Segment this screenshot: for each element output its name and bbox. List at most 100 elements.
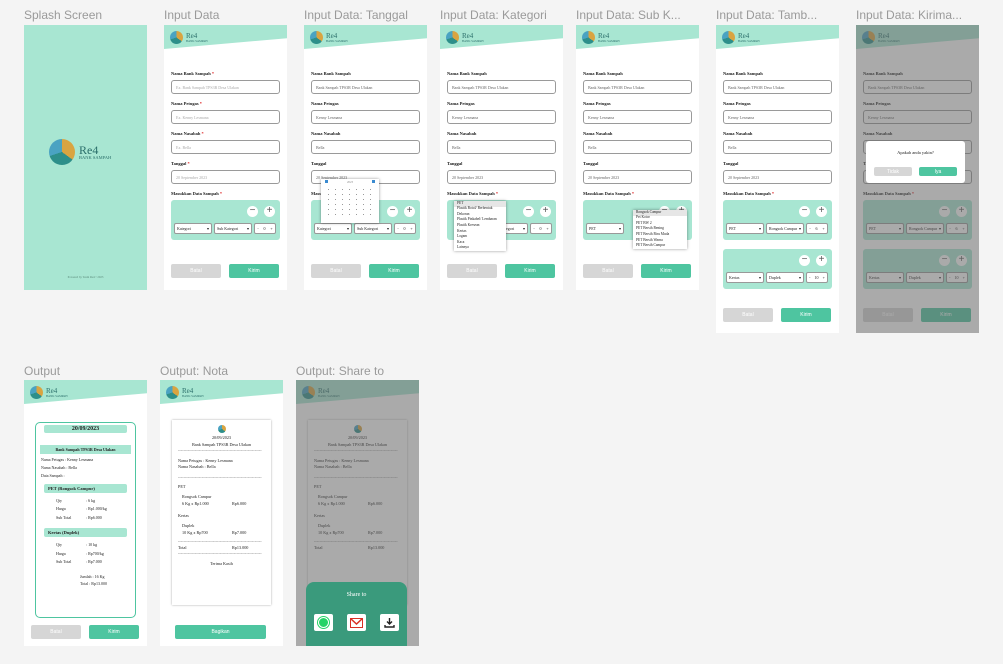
- dropdown-option[interactable]: Lainnya: [454, 245, 506, 251]
- plus-button[interactable]: +: [816, 255, 827, 266]
- receipt-divider: ----------------------------------------…: [178, 551, 262, 557]
- batal-button[interactable]: Batal: [723, 308, 773, 322]
- dropdown-option[interactable]: PET Bersih Campur: [633, 243, 687, 249]
- splash-frame: Re4 BANK SAMPAH Powered by Team Re4 • 20…: [24, 25, 147, 290]
- calendar-grid[interactable]: [325, 187, 375, 217]
- kirim-button[interactable]: Kirim: [89, 625, 139, 639]
- chevron-down-icon: ▾: [346, 226, 349, 231]
- tanggal-input[interactable]: 20 September 2023: [723, 170, 832, 184]
- petugas-input[interactable]: Kenny Lesmana: [447, 110, 556, 124]
- calendar-popup[interactable]: 2023: [321, 179, 379, 223]
- output-petugas: Nama Petugas : Kenny Lesmana: [41, 457, 94, 462]
- download-icon[interactable]: [380, 614, 399, 631]
- subkategori-select[interactable]: Rongsok Campur▾: [766, 223, 804, 234]
- minus-button[interactable]: −: [247, 206, 258, 217]
- plus-button[interactable]: +: [404, 206, 415, 217]
- chevron-down-icon: ▾: [618, 226, 621, 231]
- output-item2-title: Kertas (Duplek): [44, 528, 127, 538]
- kategori-select[interactable]: Kategori ▾: [174, 223, 212, 234]
- minus-button[interactable]: −: [523, 206, 534, 217]
- sampah-label: Masukkan Data Sampah *: [583, 191, 635, 196]
- bank-input[interactable]: Ex. Bank Sampah TPS3R Desa Ulakan: [171, 80, 280, 94]
- output-item2: Qty: 10 kg Harga: Rp700/kg Sub Total: Rp…: [56, 542, 104, 564]
- tanggal-label: Tanggal: [723, 161, 739, 166]
- batal-button[interactable]: Batal: [31, 625, 81, 639]
- tanggal-input[interactable]: 20 September 2023: [447, 170, 556, 184]
- nasabah-input[interactable]: Ex. Bella: [171, 140, 280, 154]
- plus-button[interactable]: +: [264, 206, 275, 217]
- share-title: Share to: [346, 592, 367, 598]
- kategori-dropdown[interactable]: PET Plastik Botol/ Berbentuk Dekoran Plasti…: [454, 201, 506, 251]
- output-nasabah: Nama Nasabah : Bella: [41, 465, 77, 470]
- subkategori-select[interactable]: Sub Kategori▾: [354, 223, 392, 234]
- sampah-label: Masukkan Data Sampah *: [447, 191, 499, 196]
- tanggal-input[interactable]: 20 September 2023: [583, 170, 692, 184]
- splash-brand-sub: BANK SAMPAH: [79, 154, 112, 160]
- kirim-button[interactable]: Kirim: [369, 264, 419, 278]
- nasabah-input[interactable]: Bella: [447, 140, 556, 154]
- recycle-logo-icon: [446, 31, 459, 44]
- plus-button[interactable]: +: [816, 206, 827, 217]
- next-month-icon[interactable]: [372, 180, 375, 183]
- app-logo: Re4BANK SAMPAH: [166, 386, 203, 399]
- bank-label: Nama Bank Sampah: [723, 71, 763, 76]
- prev-month-icon[interactable]: [325, 180, 328, 183]
- minus-button[interactable]: −: [387, 206, 398, 217]
- chevron-down-icon: ▾: [758, 226, 761, 231]
- kategori-select[interactable]: PET▾: [726, 223, 764, 234]
- qty-stepper[interactable]: -0 +: [394, 223, 416, 234]
- petugas-input[interactable]: Kenny Lesmana: [583, 110, 692, 124]
- receipt-pet-line: 6 Kg x Rp1.000Rp6.000: [182, 500, 247, 506]
- output-card: 20/09/2023 Bank Sampah TPS3R Desa Ulakan…: [35, 422, 136, 618]
- qty-stepper[interactable]: -0 +: [530, 223, 552, 234]
- frame-title-input: Input Data: [164, 8, 220, 22]
- subkategori-dropdown[interactable]: Rongsok Campur Pet Kotor PET BW 2 PET Bersi…: [633, 210, 687, 249]
- subkategori-select[interactable]: Sub Kategori▾: [214, 223, 252, 234]
- output-data-sampah: Data Sampah :: [41, 473, 65, 478]
- whatsapp-icon[interactable]: [314, 614, 333, 631]
- dialog-no-button[interactable]: Tidak: [874, 167, 912, 176]
- bank-label: Nama Bank Sampah: [583, 71, 623, 76]
- minus-button[interactable]: −: [799, 255, 810, 266]
- kirim-button[interactable]: Kirim: [505, 264, 555, 278]
- frame-title-kategori: Input Data: Kategori: [440, 8, 547, 22]
- bank-input[interactable]: Bank Sampah TPS3R Desa Ulakan: [723, 80, 832, 94]
- batal-button[interactable]: Batal: [447, 264, 497, 278]
- dialog-yes-button[interactable]: Iya: [919, 167, 957, 176]
- kategori-select[interactable]: Kategori ▾: [314, 223, 352, 234]
- petugas-input[interactable]: Kenny Lesmana: [723, 110, 832, 124]
- kirim-button[interactable]: Kirim: [641, 264, 691, 278]
- tanggal-input[interactable]: 20 September 2023: [171, 170, 280, 184]
- petugas-label: Nama Petugas: [723, 101, 751, 106]
- batal-button[interactable]: Batal: [171, 264, 221, 278]
- receipt-pet: PET: [178, 484, 186, 490]
- bank-input[interactable]: Bank Sampah TPS3R Desa Ulakan: [583, 80, 692, 94]
- nasabah-input[interactable]: Bella: [583, 140, 692, 154]
- sampah-label: Masukkan Data Sampah *: [723, 191, 775, 196]
- batal-button[interactable]: Batal: [583, 264, 633, 278]
- bagikan-button[interactable]: Bagikan: [175, 625, 266, 639]
- petugas-label: Nama Petugas: [311, 101, 339, 106]
- recycle-logo-icon: [166, 386, 179, 399]
- nasabah-input[interactable]: Bella: [723, 140, 832, 154]
- petugas-input[interactable]: Ex. Kenny Lesmana: [171, 110, 280, 124]
- subkategori-select[interactable]: Duplek▾: [766, 272, 804, 283]
- nasabah-input[interactable]: Bella: [311, 140, 420, 154]
- kategori-select[interactable]: Kertas▾: [726, 272, 764, 283]
- kategori-select[interactable]: PET▾: [586, 223, 624, 234]
- bank-label: Nama Bank Sampah: [311, 71, 351, 76]
- bank-input[interactable]: Bank Sampah TPS3R Desa Ulakan: [311, 80, 420, 94]
- kirim-button[interactable]: Kirim: [781, 308, 831, 322]
- logo-sub: BANK SAMPAH: [598, 38, 620, 43]
- qty-stepper[interactable]: -10+: [806, 272, 828, 283]
- kirim-button[interactable]: Kirim: [229, 264, 279, 278]
- minus-button[interactable]: −: [799, 206, 810, 217]
- qty-stepper[interactable]: -0 +: [254, 223, 276, 234]
- logo-sub: BANK SAMPAH: [46, 393, 68, 398]
- qty-stepper[interactable]: -6+: [806, 223, 828, 234]
- plus-button[interactable]: +: [540, 206, 551, 217]
- batal-button[interactable]: Batal: [311, 264, 361, 278]
- gmail-icon[interactable]: [347, 614, 366, 631]
- bank-input[interactable]: Bank Sampah TPS3R Desa Ulakan: [447, 80, 556, 94]
- petugas-input[interactable]: Kenny Lesmana: [311, 110, 420, 124]
